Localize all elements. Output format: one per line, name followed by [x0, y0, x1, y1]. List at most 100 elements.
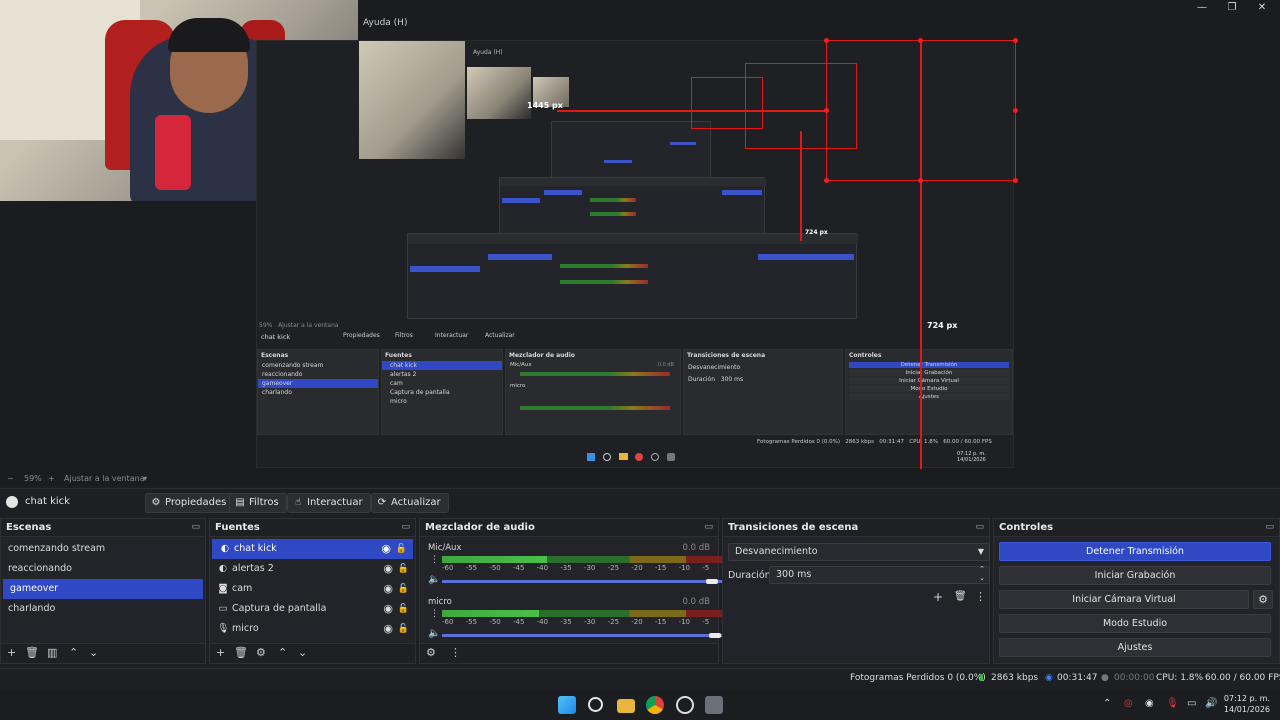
refresh-button[interactable]: ⟳ Actualizar: [371, 493, 449, 513]
trash-icon[interactable]: 🗑: [954, 591, 967, 602]
source-item[interactable]: ▭ Captura de pantalla ◉ 🔓: [210, 599, 415, 619]
nested-obs-capture: Ayuda (H) 59% Ajustar a la ventana chat …: [256, 38, 1018, 469]
steam-icon[interactable]: ◉: [1145, 698, 1154, 709]
volume-slider[interactable]: [442, 580, 726, 583]
file-explorer-icon[interactable]: [617, 699, 635, 713]
undock-icon[interactable]: ▭: [704, 519, 713, 536]
volume-slider-handle[interactable]: [706, 579, 718, 584]
scene-item[interactable]: charlando: [1, 599, 205, 619]
kebab-menu-icon[interactable]: ⋮: [430, 555, 439, 565]
obs-icon[interactable]: [676, 696, 694, 714]
add-icon[interactable]: +: [933, 590, 943, 604]
nested-status: Fotogramas Perdidos 0 (0.0%) 2863 kbps 0…: [757, 439, 992, 445]
close-icon[interactable]: ✕: [1252, 2, 1272, 13]
volume-slider[interactable]: [442, 634, 726, 637]
meter-tick-label: -40: [536, 618, 549, 626]
measure-line-horizontal: [557, 110, 827, 112]
eye-icon[interactable]: ◉: [383, 619, 393, 639]
source-item[interactable]: ◐ alertas 2 ◉ 🔓: [210, 559, 415, 579]
speaker-icon[interactable]: 🔈: [428, 574, 440, 585]
browser-icon: ◐: [218, 563, 228, 574]
move-up-icon[interactable]: ⌃: [278, 646, 287, 659]
lock-icon[interactable]: 🔓: [398, 559, 409, 579]
clock[interactable]: 07:12 p. m. 14/01/2026: [1224, 693, 1270, 715]
network-icon[interactable]: ▭: [1187, 698, 1196, 709]
app-icon[interactable]: [705, 696, 723, 714]
stop-stream-button[interactable]: Detener Transmisión: [999, 542, 1271, 561]
filter-icon[interactable]: ▥: [47, 646, 57, 659]
eye-icon[interactable]: ◉: [381, 539, 391, 559]
volume-slider-handle[interactable]: [709, 633, 721, 638]
kebab-menu-icon[interactable]: ⋮: [450, 646, 461, 659]
scene-item[interactable]: comenzando stream: [1, 539, 205, 559]
meter-tick-label: -60: [442, 564, 454, 572]
start-recording-button[interactable]: Iniciar Grabación: [999, 566, 1271, 585]
studio-mode-button[interactable]: Modo Estudio: [999, 614, 1271, 633]
lock-icon[interactable]: 🔓: [398, 619, 409, 639]
scenes-list: comenzando stream reaccionando gameover …: [1, 537, 205, 619]
preview-canvas[interactable]: Ayuda (H) — ❐ ✕ Ayuda (H) 59% Ajustar a …: [0, 0, 1280, 472]
eye-icon[interactable]: ◉: [383, 579, 393, 599]
nested-zoom: 59%: [259, 322, 273, 329]
trash-icon[interactable]: 🗑: [25, 646, 39, 659]
eye-icon[interactable]: ◉: [383, 559, 393, 579]
microphone-icon[interactable]: 🎙: [1166, 698, 1179, 709]
undock-icon[interactable]: ▭: [401, 519, 410, 536]
scene-item-selected[interactable]: gameover: [3, 579, 203, 599]
gear-icon[interactable]: ⚙: [256, 646, 266, 659]
gear-icon[interactable]: ⚙: [426, 646, 436, 659]
source-item-selected[interactable]: ◐ chat kick ◉ 🔓: [212, 539, 413, 559]
add-icon[interactable]: +: [7, 646, 16, 659]
move-down-icon[interactable]: ⌄: [298, 646, 307, 659]
chevron-down-icon[interactable]: ▾: [143, 474, 147, 483]
virtual-cam-settings-gear-icon[interactable]: ⚙: [1253, 590, 1273, 609]
clock-date: 14/01/2026: [1223, 705, 1270, 714]
lock-icon[interactable]: 🔓: [398, 579, 409, 599]
transition-select[interactable]: Desvanecimiento ▼: [728, 543, 990, 561]
nested-webcam-2: [467, 67, 531, 119]
windows-start-icon[interactable]: [558, 696, 576, 714]
move-up-icon[interactable]: ⌃: [69, 646, 78, 659]
tray-app-icon[interactable]: ◎: [1124, 698, 1133, 709]
meter-tick-label: -30: [583, 618, 596, 626]
zoom-in-icon[interactable]: +: [48, 474, 55, 483]
chevron-up-icon[interactable]: ⌃: [1103, 698, 1111, 709]
move-down-icon[interactable]: ⌄: [89, 646, 98, 659]
scene-item[interactable]: reaccionando: [1, 559, 205, 579]
lock-icon[interactable]: 🔓: [396, 539, 407, 559]
volume-icon[interactable]: 🔊: [1205, 698, 1217, 709]
filters-button[interactable]: ▤ Filtros: [229, 493, 287, 513]
nested-sources-dock: Fuentes chat kick alertas 2 cam Captura …: [381, 349, 503, 435]
lock-icon[interactable]: 🔓: [398, 599, 409, 619]
duration-input[interactable]: 300 ms ⌃ ⌄: [769, 565, 990, 584]
undock-icon[interactable]: ▭: [975, 519, 984, 536]
interact-button[interactable]: ☝ Interactuar: [287, 493, 371, 513]
microphone-icon: 🎙: [216, 623, 230, 634]
meter-tick-label: -50: [489, 618, 501, 626]
maximize-icon[interactable]: ❐: [1222, 2, 1242, 13]
settings-button[interactable]: Ajustes: [999, 638, 1271, 657]
gear-icon: ⚙: [151, 497, 161, 508]
start-virtual-cam-button[interactable]: Iniciar Cámara Virtual: [999, 590, 1249, 609]
kebab-menu-icon[interactable]: ⋮: [430, 609, 439, 619]
stepper-icon[interactable]: ⌃ ⌄: [979, 565, 985, 583]
source-item[interactable]: 🎙 micro ◉ 🔓: [210, 619, 415, 639]
mixer-toolbar: ⚙ ⋮: [420, 643, 718, 663]
speaker-icon[interactable]: 🔈: [428, 628, 440, 639]
signal-bars-icon: ▮: [979, 673, 984, 683]
properties-button[interactable]: ⚙ Propiedades: [145, 493, 235, 513]
zoom-out-icon[interactable]: −: [7, 474, 14, 483]
trash-icon[interactable]: 🗑: [234, 646, 248, 659]
source-item[interactable]: ◙ cam ◉ 🔓: [210, 579, 415, 599]
eye-icon[interactable]: ◉: [383, 599, 393, 619]
search-icon[interactable]: [588, 697, 603, 712]
chrome-icon[interactable]: [646, 696, 664, 714]
kebab-menu-icon[interactable]: ⋮: [975, 590, 986, 603]
minimize-icon[interactable]: —: [1192, 2, 1212, 13]
fit-to-window-option[interactable]: Ajustar a la ventana: [64, 474, 145, 483]
undock-icon[interactable]: ▭: [1265, 519, 1274, 536]
undock-icon[interactable]: ▭: [191, 519, 200, 536]
add-icon[interactable]: +: [216, 646, 225, 659]
nested-scenes-dock: Escenas comenzando stream reaccionando g…: [257, 349, 379, 435]
nested-transitions-dock: Transiciones de escena Desvanecimiento D…: [683, 349, 843, 435]
